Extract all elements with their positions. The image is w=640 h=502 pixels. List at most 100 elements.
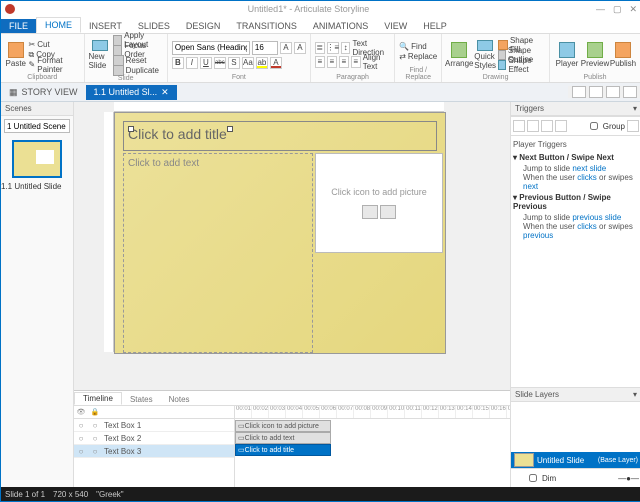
story-view-tab[interactable]: ▦ STORY VIEW <box>1 85 86 100</box>
picture-placeholder[interactable]: Click icon to add picture <box>315 153 443 253</box>
timeline-bar[interactable]: ▭ Click to add title <box>235 444 331 456</box>
align-center-button[interactable]: ≡ <box>327 56 337 68</box>
timeline-object-name[interactable]: Text Box 2 <box>102 434 234 443</box>
shape-effect-button[interactable]: Shape Effect <box>498 60 545 70</box>
align-left-button[interactable]: ≡ <box>315 56 325 68</box>
reset-button[interactable]: Reset <box>113 55 163 65</box>
timeline-bar[interactable]: ▭ Click icon to add picture <box>235 420 331 432</box>
tab-insert[interactable]: INSERT <box>81 19 130 33</box>
trigger-condition[interactable]: When the user clicks or swipes next <box>513 173 639 191</box>
trigger-group[interactable]: ▾ Next Button / Swipe Next <box>513 151 639 164</box>
row-lock[interactable]: ○ <box>88 421 102 430</box>
bullets-button[interactable]: ≣ <box>315 42 325 54</box>
view-mode-2[interactable] <box>589 86 603 98</box>
slide-thumbnail[interactable]: 1.1 Untitled Slide <box>1 136 73 191</box>
layers-collapse-icon[interactable]: ▾ <box>633 390 637 399</box>
justify-button[interactable]: ≡ <box>351 56 361 68</box>
notes-tab[interactable]: Notes <box>161 394 198 405</box>
player-button[interactable]: Player <box>554 40 580 70</box>
tab-design[interactable]: DESIGN <box>178 19 229 33</box>
timeline-tab[interactable]: Timeline <box>74 392 122 405</box>
text-placeholder[interactable]: Click to add text <box>123 153 313 353</box>
timeline-tick: 00:06 <box>320 406 337 418</box>
lock-icon[interactable]: 🔒 <box>88 408 102 416</box>
slide[interactable]: Click to add title Click to add text Cli… <box>114 112 446 354</box>
line-spacing-button[interactable]: ↕ <box>341 42 351 54</box>
text-direction-button[interactable]: Text Direction <box>352 43 390 53</box>
row-lock[interactable]: ○ <box>88 447 102 456</box>
highlight-color-button[interactable]: ab <box>256 57 268 69</box>
trigger-condition[interactable]: When the user clicks or swipes previous <box>513 222 639 240</box>
find-button[interactable]: 🔍Find <box>399 41 437 51</box>
row-eye[interactable]: ○ <box>74 447 88 456</box>
delete-trigger-button[interactable] <box>555 120 567 132</box>
triggers-collapse-icon[interactable]: ▾ <box>633 104 637 113</box>
format-painter-button[interactable]: ✎ Format Painter <box>29 60 80 70</box>
trigger-action[interactable]: Jump to slide next slide <box>513 164 639 173</box>
tab-home[interactable]: HOME <box>36 17 81 33</box>
base-layer-row[interactable]: Untitled Slide (Base Layer) <box>511 452 640 468</box>
paste-button[interactable]: Paste <box>5 40 27 70</box>
zoom-slider-icon[interactable]: —●— <box>618 474 639 483</box>
numbering-button[interactable]: ⋮≡ <box>327 42 339 54</box>
states-tab[interactable]: States <box>122 394 161 405</box>
duplicate-button[interactable]: Duplicate <box>113 65 163 75</box>
font-family-select[interactable] <box>172 41 250 55</box>
picture-icon[interactable] <box>362 205 378 219</box>
scenes-header: Scenes <box>1 102 73 116</box>
tab-animations[interactable]: ANIMATIONS <box>305 19 376 33</box>
bold-button[interactable]: B <box>172 57 184 69</box>
maximize-button[interactable]: ▢ <box>613 4 622 15</box>
add-trigger-button[interactable] <box>513 120 525 132</box>
publish-button[interactable]: Publish <box>610 40 636 70</box>
underline-button[interactable]: U <box>200 57 212 69</box>
minimize-button[interactable]: — <box>596 4 605 15</box>
align-text-button[interactable]: Align Text <box>363 57 390 67</box>
close-button[interactable]: ✕ <box>629 4 637 15</box>
row-eye[interactable]: ○ <box>74 421 88 430</box>
new-slide-button[interactable]: New Slide <box>89 40 111 70</box>
trigger-menu-button[interactable] <box>627 120 639 132</box>
shadow-button[interactable]: S <box>228 57 240 69</box>
italic-button[interactable]: I <box>186 57 198 69</box>
tab-transitions[interactable]: TRANSITIONS <box>228 19 305 33</box>
edit-trigger-button[interactable] <box>527 120 539 132</box>
canvas[interactable]: Click to add title Click to add text Cli… <box>74 102 510 390</box>
trigger-group[interactable]: ▾ Previous Button / Swipe Previous <box>513 191 639 213</box>
view-mode-3[interactable] <box>606 86 620 98</box>
char-spacing-button[interactable]: Aa <box>242 57 254 69</box>
view-mode-1[interactable] <box>572 86 586 98</box>
replace-button[interactable]: ⇄Replace <box>399 51 437 61</box>
row-lock[interactable]: ○ <box>88 434 102 443</box>
timeline-object-name[interactable]: Text Box 3 <box>102 447 234 456</box>
timeline-object-name[interactable]: Text Box 1 <box>102 421 234 430</box>
copy-trigger-button[interactable] <box>541 120 553 132</box>
tab-view[interactable]: VIEW <box>376 19 415 33</box>
status-lang[interactable]: "Greek" <box>96 490 123 499</box>
row-eye[interactable]: ○ <box>74 434 88 443</box>
trigger-action[interactable]: Jump to slide previous slide <box>513 213 639 222</box>
tab-file[interactable]: FILE <box>1 19 36 33</box>
dim-checkbox[interactable] <box>529 474 537 482</box>
strike-button[interactable]: abc <box>214 57 226 69</box>
quick-styles-button[interactable]: Quick Styles <box>474 40 496 70</box>
group-slide: Slide <box>89 75 163 82</box>
tab-help[interactable]: HELP <box>415 19 455 33</box>
group-checkbox[interactable] <box>590 122 598 130</box>
shrink-font-button[interactable]: A <box>294 42 306 54</box>
arrange-button[interactable]: Arrange <box>446 40 472 70</box>
eye-icon[interactable]: 👁 <box>74 408 88 416</box>
grow-font-button[interactable]: A <box>280 42 292 54</box>
slide-view-tab[interactable]: 1.1 Untitled Sl... ✕ <box>86 85 177 100</box>
font-color-button[interactable]: A <box>270 57 282 69</box>
scene-select[interactable] <box>4 119 70 133</box>
font-size-select[interactable] <box>252 41 278 55</box>
picture-icon-2[interactable] <box>380 205 396 219</box>
cut-button[interactable]: ✂ Cut <box>29 40 80 50</box>
align-right-button[interactable]: ≡ <box>339 56 349 68</box>
view-mode-4[interactable] <box>623 86 637 98</box>
title-placeholder[interactable]: Click to add title <box>123 121 437 151</box>
focus-order-button[interactable]: Focus Order <box>113 45 163 55</box>
timeline-bar[interactable]: ▭ Click to add text <box>235 432 331 444</box>
preview-button[interactable]: Preview <box>582 40 608 70</box>
